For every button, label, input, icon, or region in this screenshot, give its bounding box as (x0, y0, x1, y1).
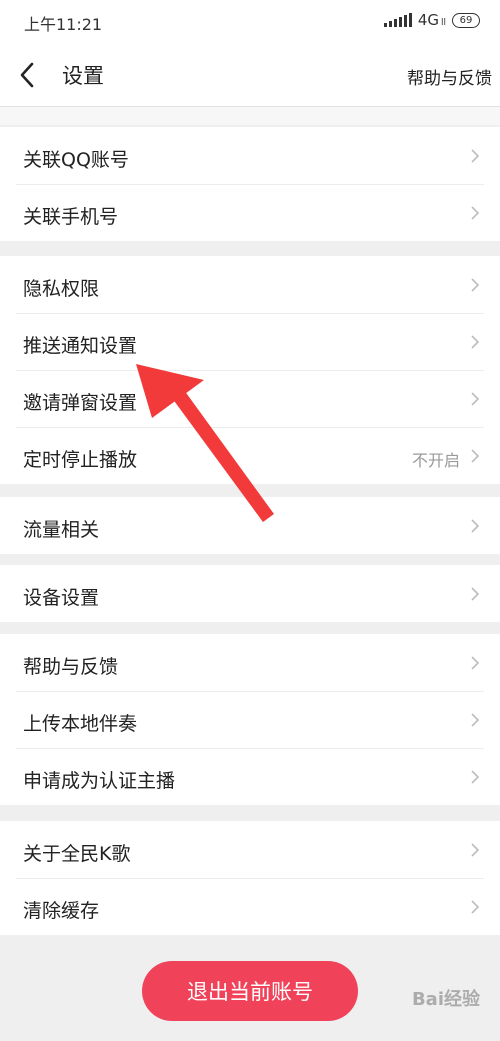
settings-row[interactable]: 申请成为认证主播 (0, 748, 500, 805)
chevron-right-icon (471, 149, 480, 163)
chevron-right-icon (471, 900, 480, 914)
settings-row-label: 上传本地伴奏 (23, 713, 138, 735)
page-title: 设置 (62, 64, 104, 88)
network-label: 4G (417, 11, 439, 29)
nav-bar: 设置 帮助与反馈 (0, 44, 500, 107)
settings-group-device: 设备设置 (0, 565, 500, 622)
settings-row-label: 隐私权限 (23, 278, 100, 300)
settings-group-account: 关联QQ账号 关联手机号 (0, 127, 500, 241)
settings-row-label: 关联QQ账号 (23, 149, 129, 171)
settings-row-label: 推送通知设置 (23, 335, 138, 357)
help-feedback-link[interactable]: 帮助与反馈 (407, 64, 492, 89)
settings-row-label: 关联手机号 (23, 206, 119, 228)
settings-row-label: 设备设置 (23, 587, 100, 609)
settings-row-label: 清除缓存 (23, 900, 100, 922)
settings-group-traffic: 流量相关 (0, 497, 500, 554)
battery-icon: 69 (452, 12, 480, 28)
status-bar: 上午11:21 4G ll 69 (0, 0, 500, 44)
settings-group-about: 关于全民K歌 清除缓存 (0, 821, 500, 935)
chevron-right-icon (471, 392, 480, 406)
settings-row[interactable]: 流量相关 (0, 497, 500, 554)
settings-row-value: 不开启 (411, 451, 460, 470)
status-time: 上午11:21 (24, 15, 103, 34)
settings-row-label: 邀请弹窗设置 (23, 392, 138, 414)
chevron-right-icon (471, 587, 480, 601)
chevron-right-icon (471, 519, 480, 533)
chevron-right-icon (471, 278, 480, 292)
settings-row-label: 流量相关 (23, 519, 100, 541)
settings-row[interactable]: 邀请弹窗设置 (0, 370, 500, 427)
chevron-right-icon (471, 843, 480, 857)
settings-row[interactable]: 隐私权限 (0, 256, 500, 313)
network-sub-label: ll (440, 18, 446, 28)
watermark: Bai经验 (411, 989, 480, 1010)
top-spacer (0, 107, 500, 125)
settings-row-label: 申请成为认证主播 (23, 770, 176, 792)
settings-row[interactable]: 帮助与反馈 (0, 634, 500, 691)
settings-row[interactable]: 上传本地伴奏 (0, 691, 500, 748)
settings-group-privacy: 隐私权限 推送通知设置 邀请弹窗设置 定时停止播放 不开启 (0, 256, 500, 484)
chevron-right-icon (471, 206, 480, 220)
settings-row[interactable]: 关联QQ账号 (0, 127, 500, 184)
settings-row[interactable]: 关于全民K歌 (0, 821, 500, 878)
settings-row[interactable]: 推送通知设置 (0, 313, 500, 370)
chevron-right-icon (471, 713, 480, 727)
settings-row-label: 定时停止播放 (23, 449, 138, 471)
settings-row[interactable]: 设备设置 (0, 565, 500, 622)
settings-row[interactable]: 关联手机号 (0, 184, 500, 241)
chevron-left-icon[interactable] (14, 59, 46, 91)
settings-row[interactable]: 清除缓存 (0, 878, 500, 935)
chevron-right-icon (471, 449, 480, 463)
chevron-right-icon (471, 770, 480, 784)
status-indicators: 4G ll 69 (383, 11, 480, 29)
logout-button[interactable]: 退出当前账号 (142, 961, 358, 1021)
chevron-right-icon (471, 335, 480, 349)
chevron-right-icon (471, 656, 480, 670)
settings-row-label: 关于全民K歌 (23, 843, 131, 865)
settings-row-label: 帮助与反馈 (23, 656, 119, 678)
settings-row[interactable]: 定时停止播放 不开启 (0, 427, 500, 484)
settings-group-help: 帮助与反馈 上传本地伴奏 申请成为认证主播 (0, 634, 500, 805)
signal-icon (383, 13, 412, 27)
